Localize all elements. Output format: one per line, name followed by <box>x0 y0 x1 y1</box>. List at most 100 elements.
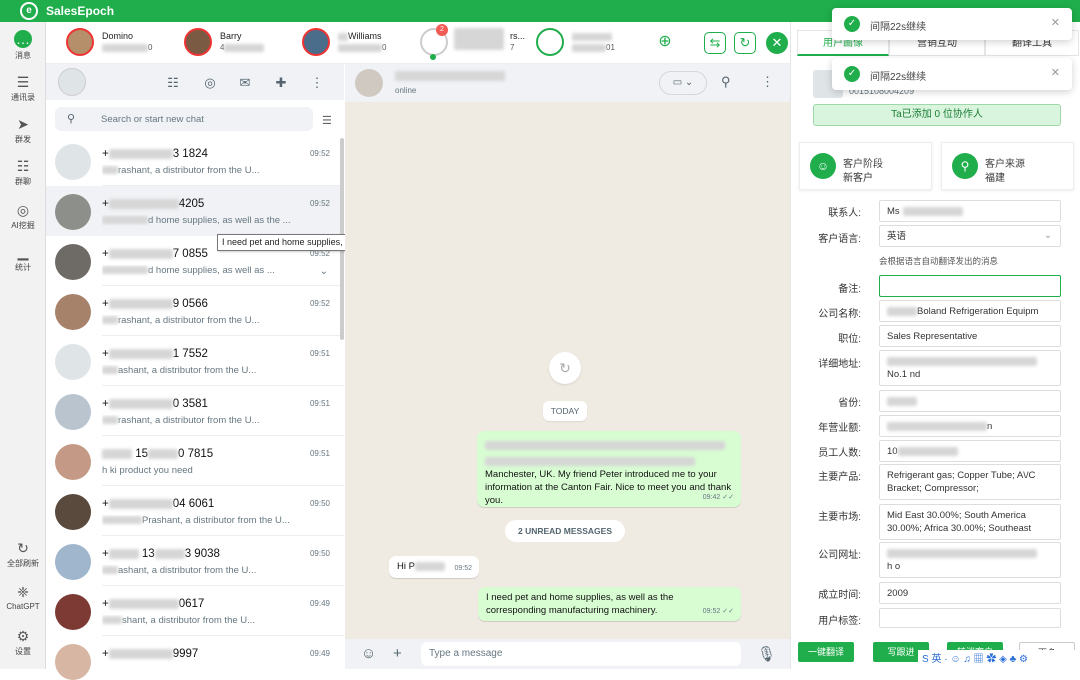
add-account-icon[interactable]: ⊕ <box>654 32 676 54</box>
account-item[interactable]: 01 <box>536 28 636 58</box>
filter-icon[interactable]: ☰ <box>322 114 332 127</box>
customer-source-card[interactable]: ⚲ 客户来源 福建 <box>941 142 1074 190</box>
chat-time: 09:50 <box>309 549 330 558</box>
field-label: 备注: <box>838 284 861 295</box>
communities-icon[interactable]: ☷ <box>164 74 182 92</box>
swap-icon[interactable]: ⇆ <box>704 32 726 54</box>
app-brand: SalesEpoch <box>46 4 115 18</box>
nav-label: 群聊 <box>15 177 31 186</box>
customer-stage-card[interactable]: ☺ 客户阶段 新客户 <box>799 142 932 190</box>
translate-all-button[interactable]: 一键翻译 <box>798 642 854 662</box>
list-item[interactable]: 15 0 7815 09:51 h ki product you need <box>46 436 344 486</box>
refresh-icon[interactable]: ↻ <box>734 32 756 54</box>
masked-line <box>485 455 732 468</box>
channels-icon[interactable]: ✉ <box>236 74 254 92</box>
position-field[interactable]: Sales Representative <box>879 325 1061 347</box>
markets-field[interactable]: Mid East 30.00%; South America 30.00%; A… <box>879 504 1061 540</box>
list-item[interactable]: +3 1824 09:52 rashant, a distributor fro… <box>46 136 344 186</box>
list-item[interactable]: +04 6061 09:50 Prashant, a distributor f… <box>46 486 344 536</box>
user-search-icon: ⚲ <box>952 153 978 179</box>
list-item[interactable]: + 13 3 9038 09:50 ashant, a distributor f… <box>46 536 344 586</box>
account-item[interactable]: Barry 4 <box>184 28 294 58</box>
refresh-icon: ↻ <box>17 540 29 556</box>
contact-status: online <box>395 86 417 95</box>
chat-number: +3 1824 <box>102 148 208 160</box>
account-sub: 4 <box>220 43 265 52</box>
province-field[interactable] <box>879 390 1061 412</box>
list-item[interactable]: +4205 09:52 d home supplies, as well as … <box>46 186 344 236</box>
address-field[interactable]: No.1 nd <box>879 350 1061 386</box>
toast-notification: ✓ 间隔22s继续 ✕ <box>832 8 1072 40</box>
chat-time: 09:49 <box>309 649 330 658</box>
avatar[interactable] <box>355 69 383 97</box>
send-icon: ➤ <box>17 116 29 132</box>
emoji-icon[interactable]: ☺ <box>361 645 376 662</box>
chat-preview: shant, a distributor from the U... <box>102 615 326 626</box>
list-item[interactable]: +9997 09:49 <box>46 636 344 680</box>
account-strip: Domino 0 Barry 4 Williams 0 2 rs... 7 01… <box>46 22 790 64</box>
close-icon[interactable]: ✕ <box>766 32 788 54</box>
chevron-down-icon: ⌄ <box>1044 230 1052 241</box>
collaborator-banner[interactable]: Ta已添加 0 位协作人 <box>813 104 1061 126</box>
nav-label: 群发 <box>15 135 31 144</box>
my-avatar[interactable] <box>58 68 86 96</box>
menu-icon[interactable]: ⋮ <box>761 74 774 90</box>
list-item[interactable]: +9 0566 09:52 rashant, a distributor fro… <box>46 286 344 336</box>
message-input[interactable]: Type a message <box>421 642 741 666</box>
search-input[interactable]: ⚲ Search or start new chat <box>55 107 313 131</box>
nav-chatgpt[interactable]: ❈ ChatGPT <box>0 584 46 611</box>
chat-time: 09:51 <box>309 349 330 358</box>
account-item[interactable]: 2 <box>420 24 450 60</box>
remark-field[interactable] <box>879 275 1061 297</box>
nav-settings[interactable]: ⚙ 设置 <box>0 628 46 657</box>
nav-group-chat[interactable]: ☷ 群聊 <box>0 158 46 187</box>
website-field[interactable]: h o <box>879 542 1061 578</box>
list-item[interactable]: +1 7552 09:51 ashant, a distributor from… <box>46 336 344 386</box>
chevron-down-icon[interactable]: ⌄ <box>320 266 328 277</box>
nav-stats[interactable]: ▁ 统计 <box>0 244 46 273</box>
founded-field[interactable]: 2009 <box>879 582 1061 604</box>
language-select[interactable]: 英语 ⌄ <box>879 225 1061 247</box>
nav-messages[interactable]: … 消息 <box>0 30 46 61</box>
employees-field[interactable]: 10 <box>879 440 1061 462</box>
nav-label: AI挖掘 <box>11 221 35 230</box>
refresh-icon[interactable]: ↻ <box>549 352 581 384</box>
message-time: 09:52 ✓✓ <box>702 608 734 615</box>
company-field[interactable]: Boland Refrigeration Equipm <box>879 300 1061 322</box>
nav-broadcast[interactable]: ➤ 群发 <box>0 116 46 145</box>
field-label: 公司网址: <box>818 550 861 561</box>
field-label: 成立时间: <box>818 590 861 601</box>
list-item[interactable]: +0617 09:49 shant, a distributor from th… <box>46 586 344 636</box>
tags-field[interactable] <box>879 608 1061 628</box>
chat-number: +4205 <box>102 198 205 210</box>
chat-list-panel: ☷ ◎ ✉ ✚ ⋮ ⚲ Search or start new chat ☰ +… <box>46 64 344 680</box>
language-hint: 会根据语言自动翻译发出的消息 <box>879 256 999 266</box>
ime-toolbar[interactable]: S 英 · ☺ ♫ ▦ ✿ ◈ ♣ ⚙ <box>918 650 1080 669</box>
chat-preview: rashant, a distributor from the U... <box>102 415 326 426</box>
account-item[interactable]: Williams 0 <box>302 28 412 58</box>
close-icon[interactable]: ✕ <box>1051 66 1060 79</box>
search-icon[interactable]: ⚲ <box>721 74 731 90</box>
nav-ai[interactable]: ◎ AI挖掘 <box>0 202 46 231</box>
status-icon[interactable]: ◎ <box>201 74 219 92</box>
chatgpt-icon: ❈ <box>17 584 29 600</box>
new-chat-icon[interactable]: ✚ <box>272 74 290 92</box>
message-outgoing: I need pet and home supplies, as well as… <box>478 587 741 621</box>
close-icon[interactable]: ✕ <box>1051 16 1060 29</box>
attach-icon[interactable]: + <box>393 645 402 662</box>
account-name: Domino <box>102 31 134 41</box>
account-item[interactable]: rs... 7 <box>454 28 534 58</box>
menu-icon[interactable]: ⋮ <box>308 74 326 92</box>
revenue-field[interactable]: n <box>879 415 1061 437</box>
field-label: 职位: <box>838 334 861 345</box>
nav-refresh-all[interactable]: ↻ 全部刷新 <box>0 540 46 569</box>
chat-bubble-icon: … <box>14 30 32 48</box>
microphone-icon[interactable]: 🎙 <box>757 645 776 663</box>
nav-contacts[interactable]: ☰ 通讯录 <box>0 74 46 103</box>
account-item[interactable]: Domino 0 <box>66 28 176 58</box>
list-item[interactable]: +0 3581 09:51 rashant, a distributor fro… <box>46 386 344 436</box>
contact-field[interactable]: Ms <box>879 200 1061 222</box>
products-field[interactable]: Refrigerant gas; Copper Tube; A\/C Brack… <box>879 464 1061 500</box>
stage-label: 客户阶段 <box>843 159 883 170</box>
video-call-button[interactable]: ▭ ⌄ <box>659 71 707 95</box>
